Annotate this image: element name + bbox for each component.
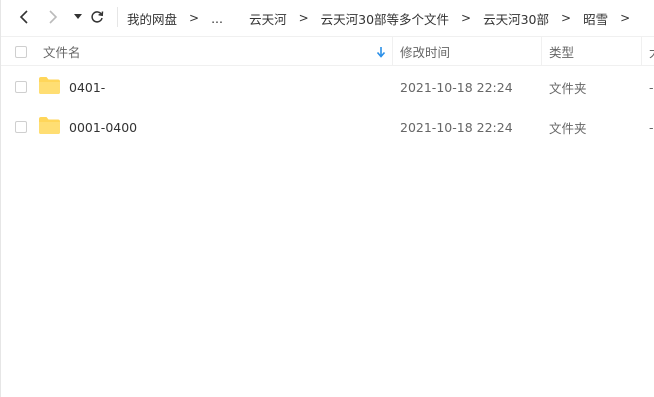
sort-arrow-down-icon[interactable] xyxy=(376,46,386,58)
column-divider[interactable] xyxy=(392,37,393,66)
breadcrumb-item-root[interactable]: 我的网盘 xyxy=(127,9,177,28)
column-type[interactable]: 类型 xyxy=(549,37,574,66)
chevron-right-icon xyxy=(49,10,58,24)
column-size[interactable]: 大 xyxy=(649,37,654,66)
column-divider[interactable] xyxy=(641,37,642,66)
back-button[interactable] xyxy=(15,8,33,26)
breadcrumb-separator: > xyxy=(561,11,572,25)
column-name-label: 文件名 xyxy=(43,45,81,60)
file-size: - xyxy=(649,79,654,95)
caret-down-icon xyxy=(74,14,82,19)
breadcrumb-item-ellipsis[interactable]: ... xyxy=(211,11,223,26)
column-size-label: 大 xyxy=(649,42,654,61)
breadcrumb-separator: > xyxy=(189,11,200,25)
column-modified-label: 修改时间 xyxy=(400,45,451,60)
breadcrumb-item-multi-files[interactable]: 云天河30部等多个文件 xyxy=(321,9,449,28)
column-modified[interactable]: 修改时间 xyxy=(400,37,450,66)
file-name[interactable]: 0001-0400 xyxy=(69,107,137,147)
refresh-icon xyxy=(91,11,104,23)
column-type-label: 类型 xyxy=(549,45,575,60)
select-all-checkbox[interactable] xyxy=(15,46,27,58)
breadcrumb: 我的网盘 > ... > 云天河 > 云天河30部等多个文件 > 云天河30部 … xyxy=(127,0,642,36)
chevron-left-icon xyxy=(19,10,28,24)
breadcrumb-item-yuntianhe[interactable]: 云天河 xyxy=(249,9,287,28)
history-dropdown-button[interactable] xyxy=(69,8,87,26)
column-header: 文件名 修改时间 类型 大 xyxy=(1,36,654,66)
column-name[interactable]: 文件名 xyxy=(43,37,81,66)
file-browser: 我的网盘 > ... > 云天河 > 云天河30部等多个文件 > 云天河30部 … xyxy=(0,0,654,397)
breadcrumb-separator: > xyxy=(461,11,472,25)
folder-icon xyxy=(39,77,60,94)
breadcrumb-separator[interactable]: > xyxy=(620,11,630,25)
file-modified: 2021-10-18 22:24 xyxy=(400,79,513,95)
forward-button[interactable] xyxy=(44,8,62,26)
toolbar-divider xyxy=(117,7,118,27)
file-size: - xyxy=(649,119,654,135)
list-item[interactable]: 0401- 2021-10-18 22:24 文件夹 - xyxy=(1,67,654,107)
breadcrumb-item-current[interactable]: 昭雪 xyxy=(583,9,608,28)
row-checkbox[interactable] xyxy=(15,121,27,133)
breadcrumb-separator: > xyxy=(298,11,309,25)
list-item[interactable]: 0001-0400 2021-10-18 22:24 文件夹 - xyxy=(1,107,654,147)
column-divider[interactable] xyxy=(541,37,542,66)
file-type: 文件夹 xyxy=(549,120,587,136)
breadcrumb-item-30[interactable]: 云天河30部 xyxy=(483,9,549,28)
toolbar: 我的网盘 > ... > 云天河 > 云天河30部等多个文件 > 云天河30部 … xyxy=(1,0,654,36)
file-type: 文件夹 xyxy=(549,80,587,96)
folder-icon xyxy=(39,117,60,134)
refresh-button[interactable] xyxy=(88,8,106,26)
file-name[interactable]: 0401- xyxy=(69,67,105,107)
file-modified: 2021-10-18 22:24 xyxy=(400,119,513,135)
row-checkbox[interactable] xyxy=(15,81,27,93)
